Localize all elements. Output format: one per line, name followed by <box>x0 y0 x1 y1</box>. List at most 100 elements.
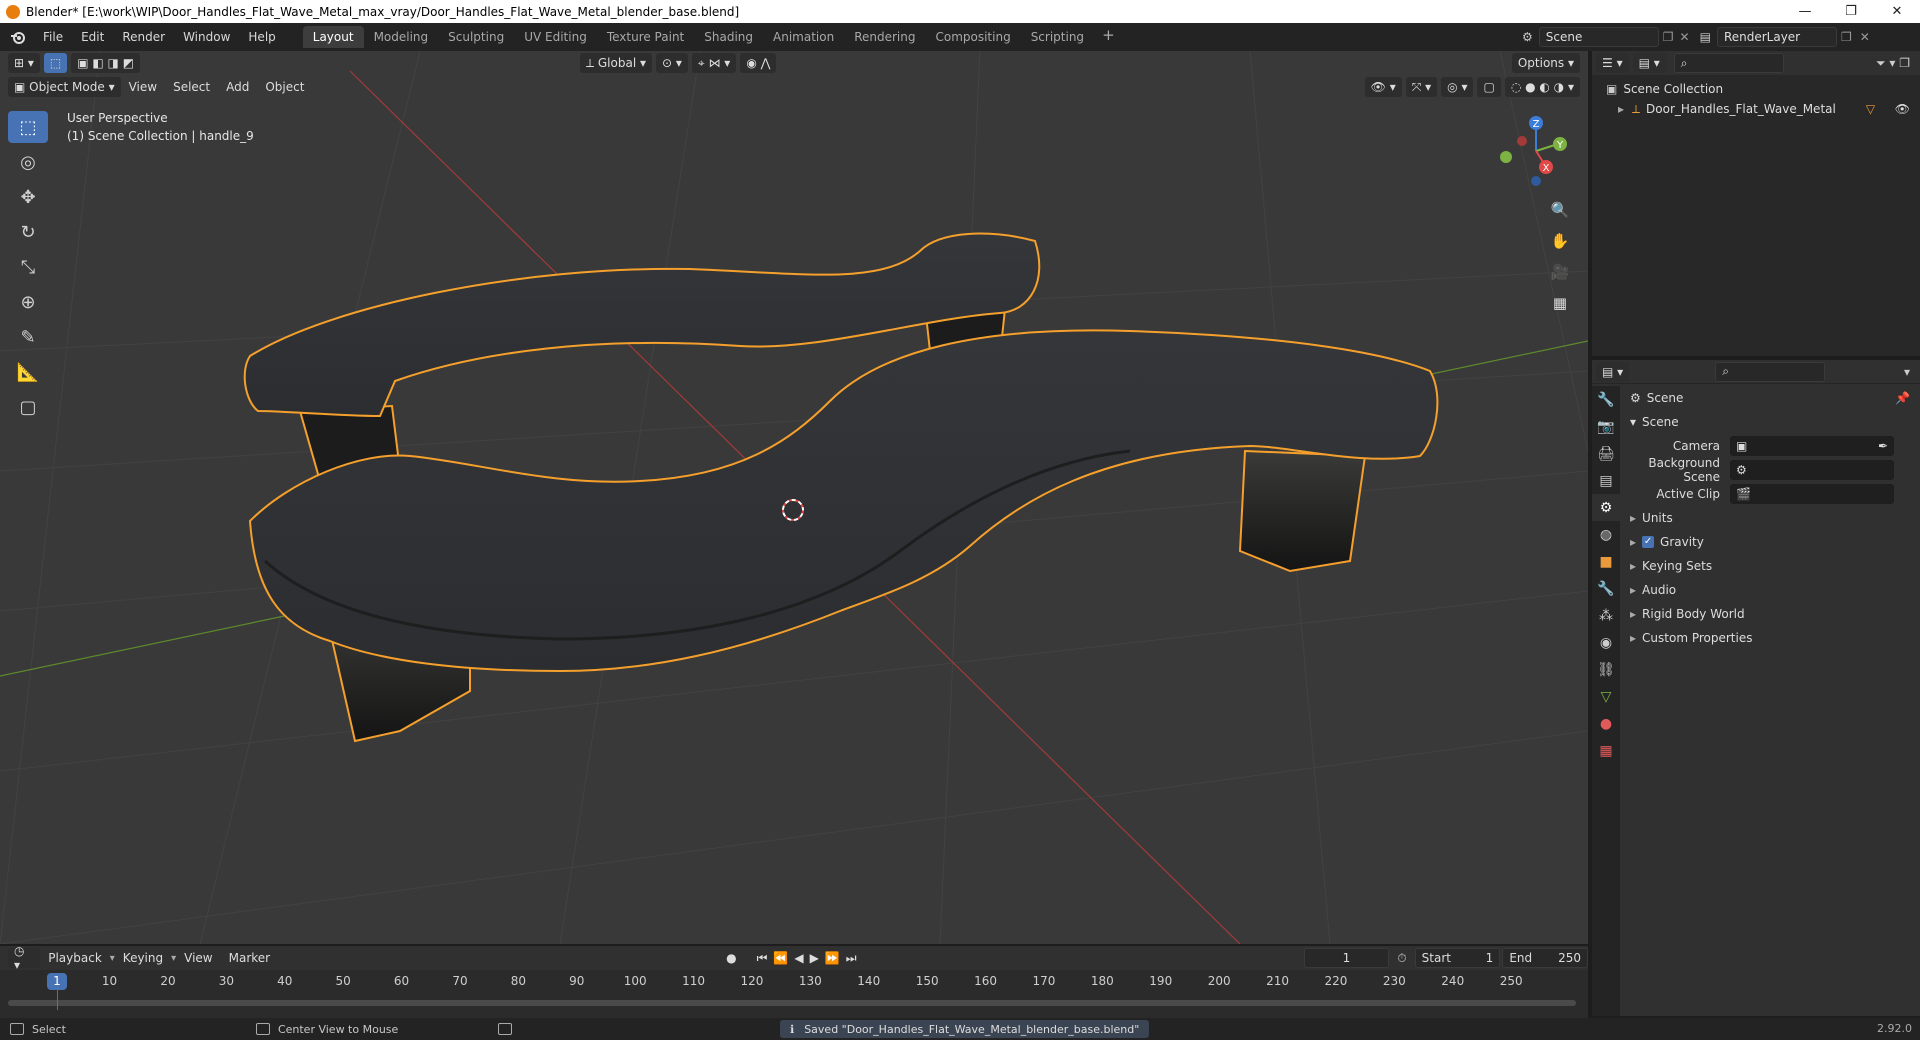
stopwatch-icon[interactable]: ⏱ <box>1397 951 1406 966</box>
timeline-scrollbar[interactable] <box>8 1000 1576 1006</box>
view-layer-tab-icon[interactable]: ▤ <box>1592 467 1620 494</box>
transform-tool-icon[interactable]: ⊕ <box>8 286 48 318</box>
pan-hand-icon[interactable]: ✋ <box>1548 227 1572 255</box>
new-layer-icon[interactable]: ❐ <box>1841 30 1852 44</box>
gravity-panel[interactable]: ▸ ✓ Gravity <box>1620 530 1920 554</box>
menu-file[interactable]: File <box>34 23 72 51</box>
tab-rendering[interactable]: Rendering <box>844 26 925 48</box>
menu-edit[interactable]: Edit <box>72 23 113 51</box>
menu-select[interactable]: Select <box>165 80 218 94</box>
gravity-checkbox[interactable]: ✓ <box>1642 536 1655 548</box>
jump-end-icon[interactable]: ⏭ <box>846 951 857 966</box>
transform-orientation-dropdown[interactable]: ⟂ Global ▾ <box>580 53 652 73</box>
chevron-down-icon[interactable]: ▾ <box>1904 365 1910 379</box>
scene-panel-header[interactable]: ▾ Scene <box>1620 410 1920 434</box>
playhead-line[interactable] <box>57 990 58 1010</box>
menu-add[interactable]: Add <box>218 80 257 94</box>
timeline-editor-type[interactable]: ◷ ▾ <box>8 944 41 972</box>
add-workspace-icon[interactable]: + <box>1094 26 1123 48</box>
texture-tab-icon[interactable]: ▦ <box>1592 737 1620 764</box>
cursor-tool-icon[interactable]: ◎ <box>8 146 48 178</box>
tab-modeling[interactable]: Modeling <box>364 26 439 48</box>
menu-view[interactable]: View <box>121 80 165 94</box>
tab-shading[interactable]: Shading <box>694 26 763 48</box>
shading-mode-icons[interactable]: ◌ ● ◐ ◑ ▾ <box>1504 77 1580 97</box>
play-reverse-icon[interactable]: ◀ <box>794 951 803 965</box>
tab-layout[interactable]: Layout <box>302 26 364 48</box>
outliner-row-scene-collection[interactable]: ▣ Scene Collection <box>1592 79 1920 99</box>
zoom-icon[interactable]: 🔍 <box>1548 196 1572 224</box>
proportional-edit-toggle[interactable]: ◉ ⋀ <box>740 53 777 73</box>
viewport-scene[interactable] <box>0 51 1588 944</box>
overlay-toggle-icon[interactable]: ◎ ▾ <box>1441 77 1474 97</box>
remove-scene-icon[interactable]: ✕ <box>1680 30 1690 44</box>
display-mode-dropdown[interactable]: ▤ ▾ <box>1632 53 1666 73</box>
audio-panel[interactable]: ▸ Audio <box>1620 578 1920 602</box>
background-scene-field[interactable]: ⚙ <box>1730 460 1894 480</box>
prev-keyframe-icon[interactable]: ⏪ <box>773 951 788 965</box>
options-dropdown[interactable]: Options ▾ <box>1511 53 1580 73</box>
select-mode-buttons[interactable]: ▣ ◧ ◨ ◩ <box>71 53 141 73</box>
render-layer-field[interactable]: RenderLayer <box>1716 27 1837 47</box>
custom-properties-panel[interactable]: ▸ Custom Properties <box>1620 626 1920 650</box>
end-frame-field[interactable]: End 250 <box>1502 948 1588 968</box>
record-icon[interactable]: ● <box>726 951 736 965</box>
outliner-row-object[interactable]: ▸ ⟂ Door_Handles_Flat_Wave_Metal ▽ 👁 <box>1592 99 1920 119</box>
front-handle-right-leg[interactable] <box>1238 449 1367 573</box>
menu-view[interactable]: View <box>176 951 220 965</box>
tab-animation[interactable]: Animation <box>763 26 844 48</box>
select-box-icon[interactable]: ⬚ <box>8 111 48 143</box>
menu-object[interactable]: Object <box>257 80 312 94</box>
new-scene-icon[interactable]: ❐ <box>1663 30 1674 44</box>
keying-sets-panel[interactable]: ▸ Keying Sets <box>1620 554 1920 578</box>
scene-field[interactable]: Scene <box>1538 27 1659 47</box>
physics-tab-icon[interactable]: ◉ <box>1592 629 1620 656</box>
render-tab-icon[interactable]: 📷 <box>1592 413 1620 440</box>
current-frame-field[interactable]: 1 <box>1303 948 1390 968</box>
units-panel[interactable]: ▸ Units <box>1620 506 1920 530</box>
menu-keying[interactable]: Keying <box>115 951 171 965</box>
pin-icon[interactable]: 📌 <box>1895 391 1910 405</box>
start-frame-field[interactable]: Start 1 <box>1414 948 1501 968</box>
material-tab-icon[interactable]: ● <box>1592 710 1620 737</box>
visibility-icon[interactable]: 👁 ▾ <box>1364 77 1402 97</box>
properties-search-input[interactable]: ⌕ <box>1715 361 1826 382</box>
expand-arrow-icon[interactable]: ▸ <box>1618 102 1624 116</box>
properties-editor-type[interactable]: ▤ ▾ <box>1596 361 1630 382</box>
object-tab-icon[interactable]: ■ <box>1592 548 1620 575</box>
visibility-eye-icon[interactable]: 👁 <box>1895 102 1910 116</box>
tab-sculpting[interactable]: Sculpting <box>438 26 514 48</box>
maximize-button[interactable]: ❐ <box>1828 0 1874 23</box>
rigid-body-world-panel[interactable]: ▸ Rigid Body World <box>1620 602 1920 626</box>
timeline-ruler[interactable]: 1 10 20 30 40 50 60 70 80 90 100 110 120 130 140 150 160… <box>0 970 1588 1010</box>
move-tool-icon[interactable]: ✥ <box>8 181 48 213</box>
remove-layer-icon[interactable]: ✕ <box>1860 30 1870 44</box>
next-keyframe-icon[interactable]: ⏩ <box>825 951 840 965</box>
menu-render[interactable]: Render <box>113 23 174 51</box>
menu-window[interactable]: Window <box>174 23 239 51</box>
current-frame-indicator[interactable]: 1 <box>47 973 67 990</box>
outliner-editor-type[interactable]: ☰ ▾ <box>1596 53 1629 73</box>
snap-toggle[interactable]: ⌖ ⋈ ▾ <box>691 53 737 73</box>
mode-dropdown[interactable]: ▣ Object Mode ▾ <box>8 77 121 97</box>
measure-tool-icon[interactable]: 📐 <box>8 356 48 388</box>
tab-uv-editing[interactable]: UV Editing <box>514 26 597 48</box>
editor-type-button[interactable]: ⊞ ▾ <box>8 53 40 73</box>
select-tool-icon[interactable]: ⬚ <box>43 53 68 73</box>
outliner-search-input[interactable]: ⌕ <box>1673 53 1784 73</box>
add-cube-tool-icon[interactable]: ▢ <box>8 391 48 423</box>
filter-icon[interactable]: ⏷ ▾ ❐ <box>1876 56 1910 71</box>
3d-viewport[interactable]: ⊞ ▾ ⬚ ▣ ◧ ◨ ◩ ⟂ Global ▾ ⊙ ▾ ⌖ ⋈ ▾ ◉ ⋀ O… <box>0 51 1588 944</box>
blender-logo-icon[interactable] <box>10 29 26 45</box>
tab-compositing[interactable]: Compositing <box>925 26 1020 48</box>
constraints-tab-icon[interactable]: ⛓ <box>1592 656 1620 683</box>
eyedropper-icon[interactable]: ✒ <box>1878 439 1888 453</box>
active-clip-field[interactable]: 🎬 <box>1730 484 1894 504</box>
close-button[interactable]: ✕ <box>1874 0 1920 23</box>
menu-playback[interactable]: Playback <box>40 951 110 965</box>
perspective-grid-icon[interactable]: ▦ <box>1548 289 1572 317</box>
annotate-tool-icon[interactable]: ✎ <box>8 321 48 353</box>
pivot-dropdown[interactable]: ⊙ ▾ <box>656 53 688 73</box>
rotate-tool-icon[interactable]: ↻ <box>8 216 48 248</box>
modifier-tab-icon[interactable]: 🔧 <box>1592 575 1620 602</box>
